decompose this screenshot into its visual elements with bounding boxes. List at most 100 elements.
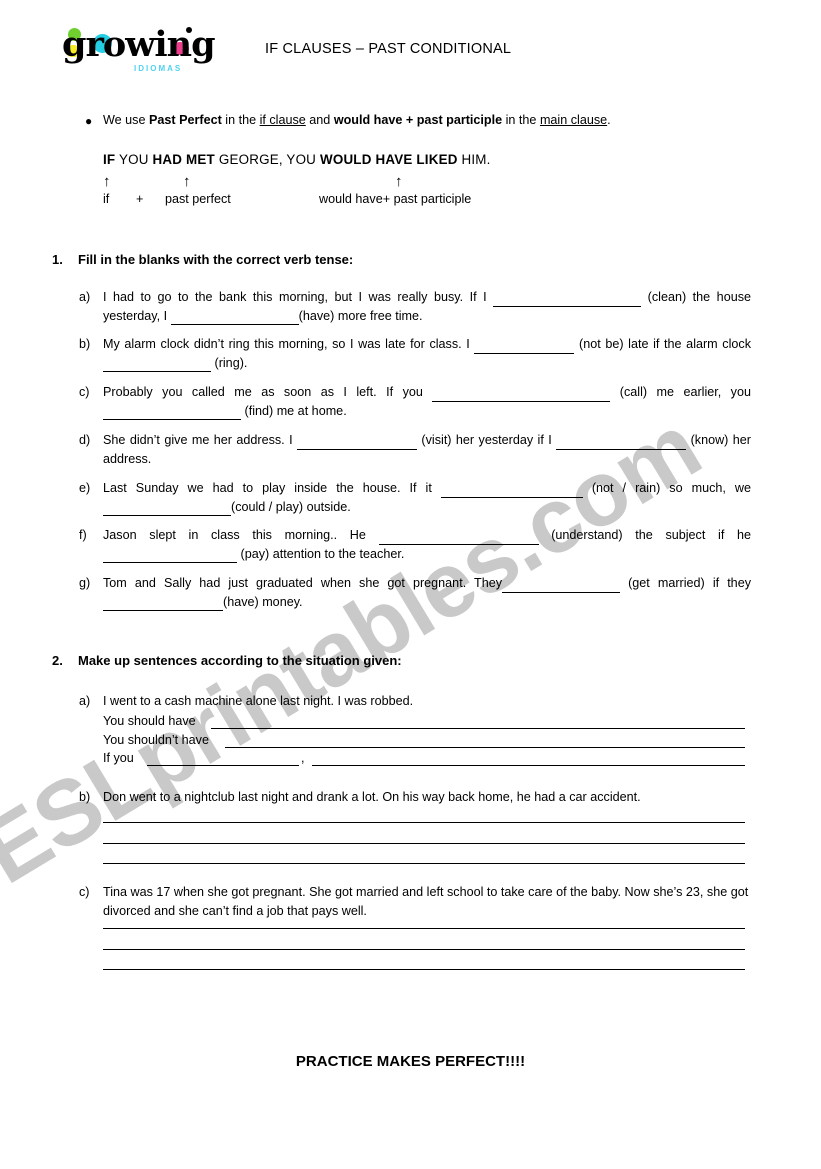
rule-text-1: We use <box>103 113 149 127</box>
answer-line[interactable] <box>103 928 745 929</box>
situation-text: Tina was 17 when she got pregnant. She g… <box>103 885 749 918</box>
exercise-2-heading-text: Make up sentences according to the situa… <box>78 653 402 668</box>
exercise-1-item: c) Probably you called me as soon as I le… <box>79 383 751 420</box>
item-body: Last Sunday we had to play inside the ho… <box>103 479 751 516</box>
item-text: (visit) her yesterday if I <box>417 433 557 447</box>
example-george: GEORGE, YOU <box>214 152 320 167</box>
answer-prompt-row: If you <box>103 751 134 765</box>
logo-wordmark: growing <box>62 24 216 65</box>
bullet-icon: ● <box>85 114 93 128</box>
item-text: Jason slept in class this morning.. He <box>103 528 379 542</box>
page-title: IF CLAUSES – PAST CONDITIONAL <box>265 41 512 57</box>
rule-text-3: and <box>305 113 334 127</box>
example-would-have-liked: WOULD HAVE LIKED <box>319 152 458 167</box>
rule-bold-past-perfect: Past Perfect <box>148 113 222 127</box>
item-label: b) <box>79 790 91 804</box>
exercise-2-heading: 2. Make up sentences according to the si… <box>52 653 402 668</box>
item-text: (not / rain) so much, we <box>582 481 751 495</box>
item-label: g) <box>79 576 91 590</box>
item-text: (get married) if they <box>620 576 751 590</box>
rule-text-2: in the <box>221 113 260 127</box>
answer-comma: , <box>301 751 305 765</box>
exercise-1-heading-text: Fill in the blanks with the correct verb… <box>78 252 354 267</box>
arrow-up-icon-if: ↑ <box>103 173 111 190</box>
item-label: b) <box>79 337 91 351</box>
fill-in-blank[interactable] <box>103 550 237 563</box>
fill-in-blank[interactable] <box>556 437 687 450</box>
arrow-up-icon-would-have: ↑ <box>395 173 403 190</box>
footer-text: PRACTICE MAKES PERFECT!!!! <box>295 1053 526 1070</box>
example-legend-row: if + past perfect would have+ past parti… <box>103 192 763 212</box>
item-label: d) <box>79 433 91 447</box>
example-sentence: IF YOU HAD MET GEORGE, YOU WOULD HAVE LI… <box>103 152 491 167</box>
fill-in-blank[interactable] <box>440 485 583 498</box>
answer-line[interactable] <box>103 949 745 950</box>
item-label: a) <box>79 290 91 304</box>
answer-prompt-row: You should have <box>103 714 196 728</box>
arrow-up-icon-past-perfect: ↑ <box>183 173 191 190</box>
example-him: HIM. <box>457 152 491 167</box>
rule-underline-if-clause: if clause <box>259 113 306 127</box>
rule-text-4: in the <box>502 113 540 127</box>
exercise-1-item: a) I had to go to the bank this morning, … <box>79 288 751 325</box>
answer-line[interactable] <box>211 728 745 729</box>
situation-text: Don went to a nightclub last night and d… <box>103 790 641 804</box>
answer-line[interactable] <box>225 747 745 748</box>
rule-underline-main-clause: main clause <box>539 113 608 127</box>
fill-in-blank[interactable] <box>103 407 241 420</box>
answer-line[interactable] <box>103 822 745 823</box>
fill-in-blank[interactable] <box>502 580 621 593</box>
exercise-2-item: a) I went to a cash machine alone last ni… <box>79 692 751 711</box>
item-text: (have) more free time. <box>298 308 423 323</box>
item-text: Probably you called me as soon as I left… <box>103 385 433 399</box>
item-body: Probably you called me as soon as I left… <box>103 383 751 420</box>
footer: PRACTICE MAKES PERFECT!!!! <box>0 1053 821 1070</box>
exercise-1-item: g) Tom and Sally had just graduated when … <box>79 574 751 611</box>
rule-bullet-row: ● We use Past Perfect in the if clause a… <box>85 112 763 128</box>
item-text: I had to go to the bank this morning, bu… <box>103 290 494 304</box>
item-text: (ring). <box>211 355 248 370</box>
item-text: Tom and Sally had just graduated when sh… <box>103 576 503 590</box>
item-label: c) <box>79 385 90 399</box>
item-label: a) <box>79 694 91 708</box>
fill-in-blank[interactable] <box>432 389 611 402</box>
answer-line[interactable] <box>103 843 745 844</box>
page-header: growing IDIOMAS IF CLAUSES – PAST CONDIT… <box>0 0 821 96</box>
fill-in-blank[interactable] <box>493 294 642 307</box>
example-arrow-row: ↑ ↑ ↑ <box>103 174 763 194</box>
item-body: Jason slept in class this morning.. He (… <box>103 526 751 563</box>
example-if: IF <box>103 152 116 167</box>
fill-in-blank[interactable] <box>103 503 231 516</box>
legend-past-perfect: past perfect <box>165 192 231 206</box>
exercise-2-number: 2. <box>52 653 63 668</box>
item-text: (understand) the subject if he <box>538 528 751 542</box>
answer-prompt-label: If you <box>103 751 134 765</box>
rule-text-5: . <box>607 113 611 127</box>
fill-in-blank[interactable] <box>103 598 223 611</box>
example-you: YOU <box>115 152 153 167</box>
item-label: e) <box>79 481 91 495</box>
exercise-1-number: 1. <box>52 252 63 267</box>
legend-would-have: would have+ past participle <box>319 192 472 206</box>
item-text: (have) money. <box>223 594 303 609</box>
fill-in-blank[interactable] <box>474 341 575 354</box>
fill-in-blank[interactable] <box>297 437 418 450</box>
answer-line[interactable] <box>103 969 745 970</box>
exercise-1-heading: 1. Fill in the blanks with the correct v… <box>52 252 354 267</box>
exercise-2-item: b) Don went to a nightclub last night and… <box>79 788 751 807</box>
fill-in-blank[interactable] <box>378 532 539 545</box>
answer-line[interactable] <box>312 765 745 766</box>
item-text: (could / play) outside. <box>231 499 351 514</box>
situation-text: I went to a cash machine alone last nigh… <box>103 694 414 708</box>
answer-line[interactable] <box>147 765 299 766</box>
item-text: (call) me earlier, you <box>610 385 751 399</box>
item-text: (not be) late if the alarm clock <box>574 337 752 351</box>
answer-line[interactable] <box>103 863 745 864</box>
fill-in-blank[interactable] <box>103 359 211 372</box>
exercise-1-item: e) Last Sunday we had to play inside the … <box>79 479 751 516</box>
answer-prompt-row: You shouldn’t have <box>103 733 209 747</box>
fill-in-blank[interactable] <box>170 312 299 325</box>
worksheet-page: ESLprintables.com growing IDIOMAS IF CLA… <box>0 0 821 1169</box>
item-text: She didn’t give me her address. I <box>103 433 298 447</box>
watermark-text: ESLprintables.com <box>0 395 717 904</box>
